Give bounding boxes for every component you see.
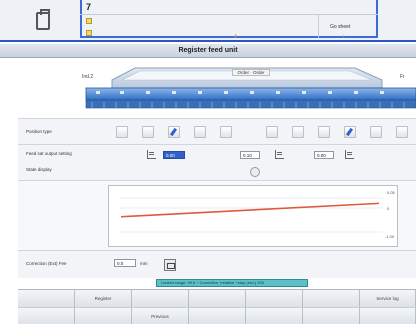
position-button-2[interactable] [142, 126, 154, 138]
page-number: 7 [86, 2, 92, 12]
softkey-top-3[interactable] [132, 290, 189, 307]
marker-mid: A [234, 34, 238, 40]
correction-chart: 0.05 0 -1.00 [108, 185, 398, 247]
y-tick-mid: 0 [387, 206, 390, 211]
position-button-8[interactable] [318, 126, 330, 138]
position-button-6[interactable] [266, 126, 278, 138]
apply-icon[interactable] [164, 259, 176, 271]
diagram-order-pill: Order · Order [232, 69, 270, 76]
go-sheet-button[interactable]: Go sheet [330, 24, 350, 30]
status-bar: Limited range: 99.6 ↑ Correction +relati… [156, 279, 308, 287]
correction-series-line [120, 202, 380, 218]
softkey-top-7[interactable]: Service log [360, 290, 416, 307]
machine-icon[interactable] [36, 9, 50, 30]
position-button-1[interactable] [116, 126, 128, 138]
position-button-7[interactable] [292, 126, 304, 138]
state-display-label: State display [26, 167, 52, 172]
diagram-left-label: Ind.2 [82, 74, 94, 80]
feed-field-1[interactable]: 0.00 [163, 151, 185, 159]
position-button-4[interactable] [194, 126, 206, 138]
status-square-icon [86, 30, 92, 36]
correction-row: Correction (Ext) Fee 0.0 mm [18, 250, 416, 278]
feed-field-3[interactable]: 0.00 [314, 151, 334, 159]
page-title: Register feed unit [0, 44, 416, 58]
feed-field-2[interactable]: 0.10 [240, 151, 260, 159]
softkey-bottom-7[interactable] [360, 307, 416, 324]
marker-right: + [342, 34, 345, 40]
feed-unit-diagram: Ind.2 Fr Order · Order [0, 58, 416, 118]
position-type-label: Position type [26, 129, 52, 134]
position-button-9[interactable] [344, 126, 356, 138]
feed-setting-row: Feed sat output setting State display 0.… [18, 144, 416, 180]
softkey-bottom-1[interactable] [18, 307, 75, 324]
feed-setting-label: Feed sat output setting [26, 151, 72, 156]
softkey-top-6[interactable] [303, 290, 360, 307]
position-type-row: Position type [18, 118, 416, 144]
position-button-11[interactable] [396, 126, 408, 138]
softkey-bottom-2[interactable] [75, 307, 132, 324]
correction-chart-svg: 0.05 0 -1.00 [119, 190, 396, 239]
position-button-5[interactable] [220, 126, 232, 138]
softkey-top-1[interactable] [18, 290, 75, 307]
chart-setting-icon[interactable] [146, 149, 156, 159]
softkey-bar: Register Service log Previous [18, 289, 416, 324]
position-button-3[interactable] [168, 126, 180, 138]
state-indicator-icon [250, 167, 260, 177]
y-tick-top: 0.05 [387, 190, 396, 195]
status-square-icon [86, 18, 92, 24]
correction-field[interactable]: 0.0 [114, 259, 136, 267]
softkey-bottom-6[interactable] [303, 307, 360, 324]
correction-label: Correction (Ext) Fee [26, 261, 67, 266]
divider [80, 14, 378, 15]
position-button-10[interactable] [370, 126, 382, 138]
sheet-frame [80, 0, 378, 38]
y-tick-bottom: -1.00 [385, 234, 395, 239]
top-bar: 7 Go sheet A + [0, 0, 416, 42]
softkey-bottom-3[interactable]: Previous [132, 307, 189, 324]
diagram-right-label: Fr [400, 74, 405, 80]
correction-chart-section: 0.05 0 -1.00 [18, 180, 416, 250]
softkey-top-5[interactable] [246, 290, 303, 307]
divider [318, 14, 319, 38]
correction-unit: mm [140, 261, 148, 266]
softkey-bottom-5[interactable] [246, 307, 303, 324]
feed-unit-graphic [85, 67, 416, 109]
softkey-bottom-4[interactable] [189, 307, 246, 324]
softkey-top-4[interactable] [189, 290, 246, 307]
softkey-top-2[interactable]: Register [75, 290, 132, 307]
chart-setting-icon[interactable] [344, 149, 354, 159]
chart-setting-icon[interactable] [274, 149, 284, 159]
